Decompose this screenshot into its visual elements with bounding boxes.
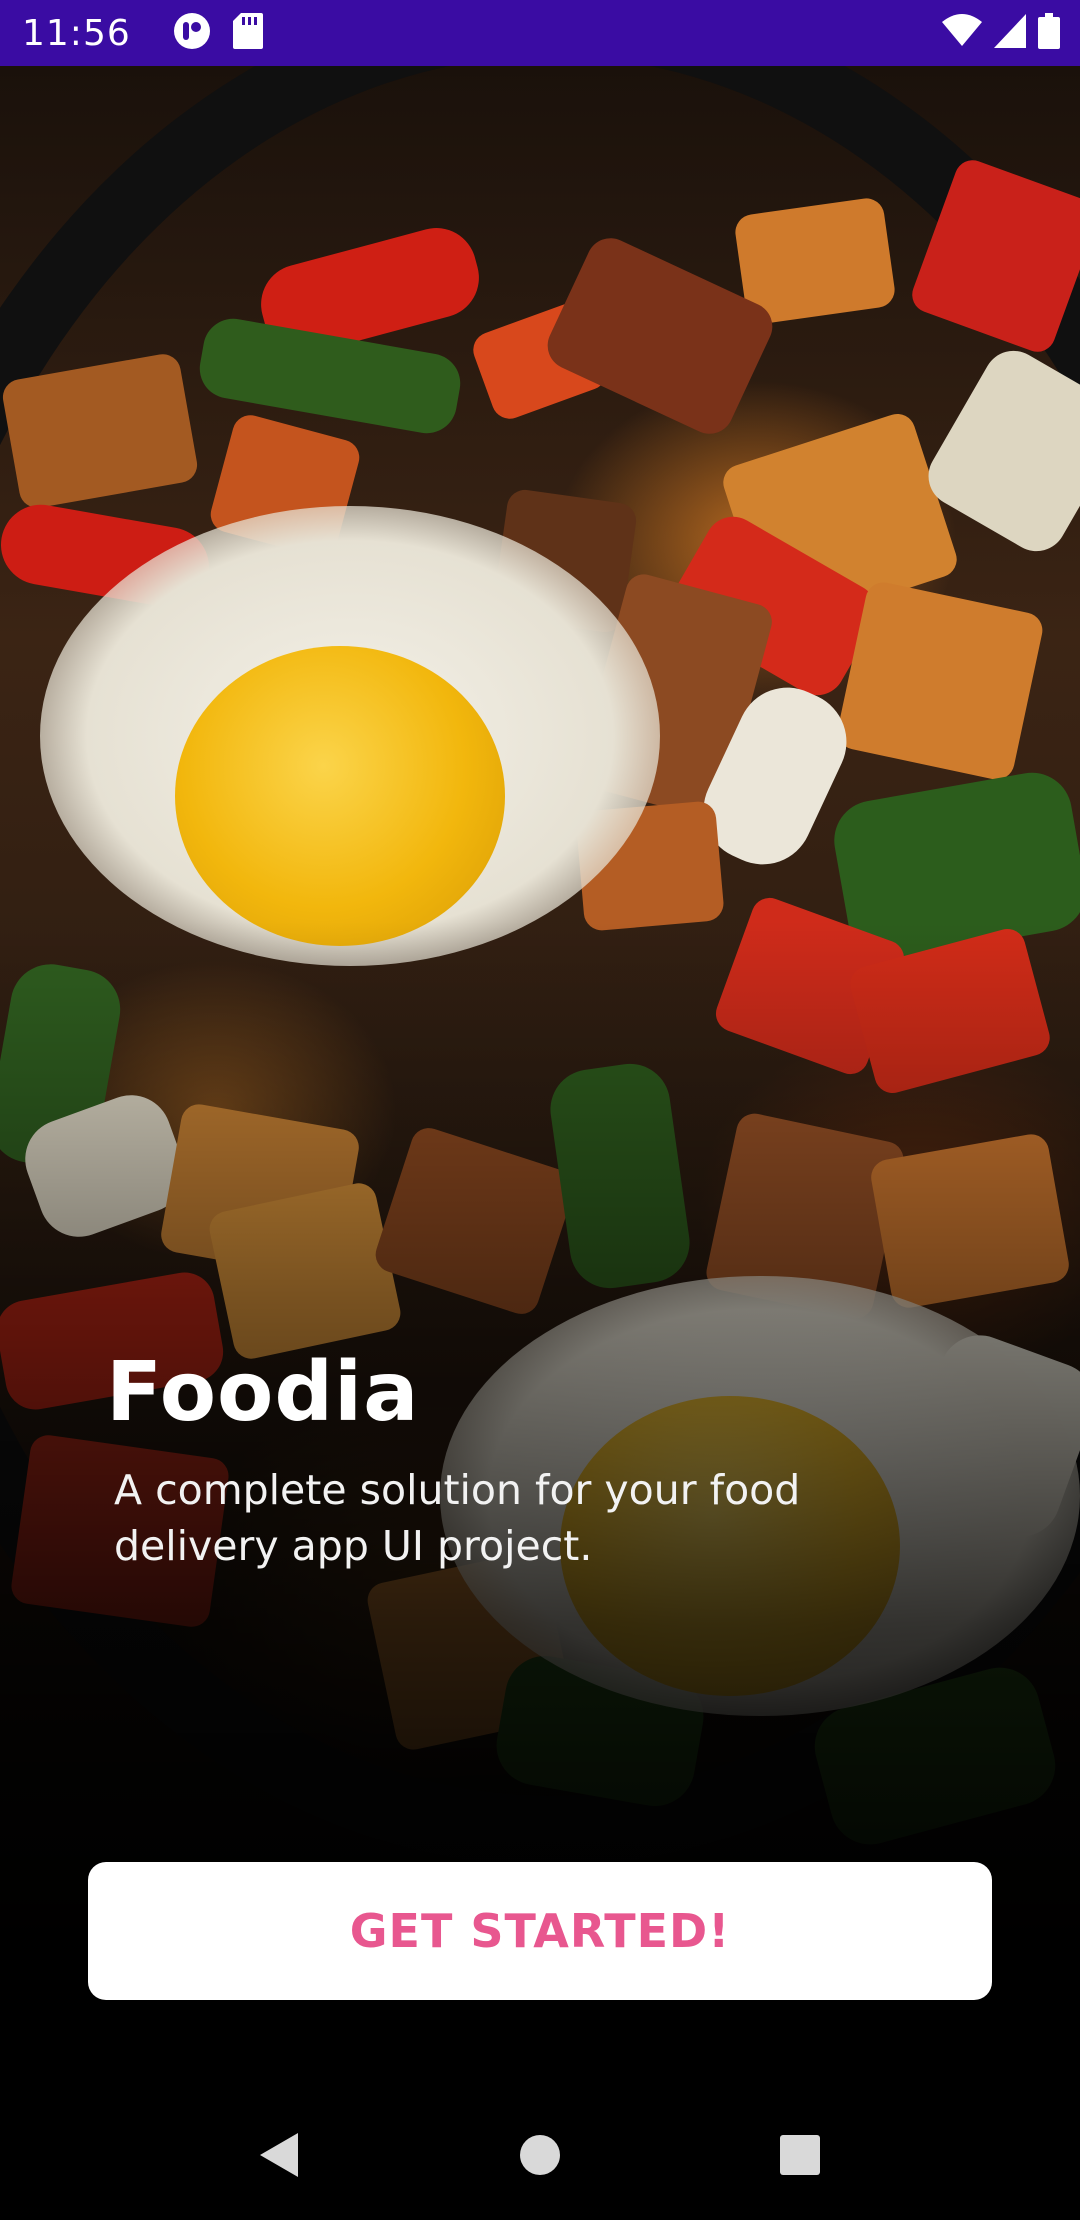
signal-icon xyxy=(994,14,1026,52)
system-nav-bar xyxy=(0,2090,1080,2220)
app-notification-icon xyxy=(173,12,211,54)
back-icon[interactable] xyxy=(235,2110,325,2200)
status-time: 11:56 xyxy=(22,12,131,54)
sd-card-icon xyxy=(232,13,263,53)
app-title: Foodia xyxy=(106,1345,420,1440)
hero-food-image xyxy=(0,66,1080,1966)
get-started-button[interactable]: GET STARTED! xyxy=(88,1862,992,2000)
recents-icon[interactable] xyxy=(755,2110,845,2200)
status-bar: 11:56 xyxy=(0,0,1080,66)
wifi-icon xyxy=(942,14,982,52)
onboarding-screen: 11:56 Foodia A complete solution for you… xyxy=(0,0,1080,2220)
battery-icon xyxy=(1038,13,1060,53)
get-started-label: GET STARTED! xyxy=(349,1904,731,1958)
home-icon[interactable] xyxy=(495,2110,585,2200)
app-subtitle: A complete solution for your food delive… xyxy=(114,1466,801,1570)
